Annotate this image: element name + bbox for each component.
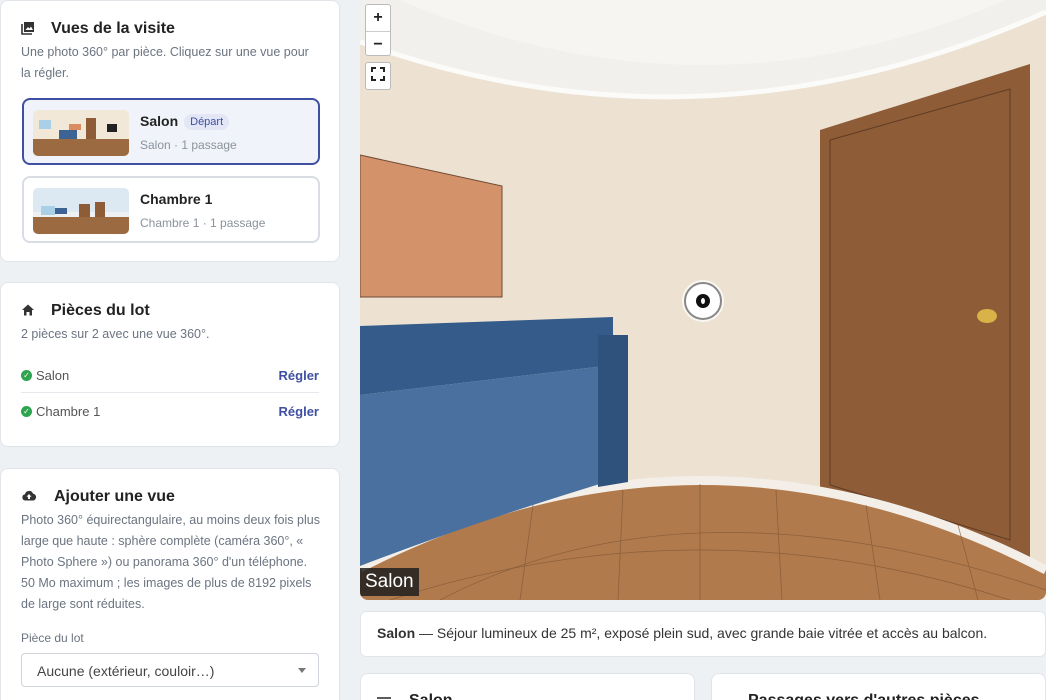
view-thumbnail bbox=[33, 110, 129, 156]
zoom-out-button[interactable]: − bbox=[366, 31, 390, 57]
photo-library-icon bbox=[21, 21, 37, 37]
zoom-controls: + − bbox=[365, 4, 391, 56]
fullscreen-icon bbox=[371, 66, 385, 86]
room-settings-title: Salon bbox=[409, 692, 453, 700]
passages-title: Passages vers d'autres pièces bbox=[748, 692, 980, 700]
room-name: Chambre 1 bbox=[36, 403, 101, 419]
rooms-card: Pièces du lot 2 pièces sur 2 avec une vu… bbox=[0, 282, 340, 447]
chevron-down-icon bbox=[298, 668, 306, 673]
caption-text: — Séjour lumineux de 25 m², exposé plein… bbox=[415, 625, 988, 641]
room-select[interactable]: Aucune (extérieur, couloir…) bbox=[21, 653, 319, 687]
passages-card: Passages vers d'autres pièces bbox=[711, 673, 1046, 700]
view-name: Salon Départ bbox=[140, 113, 230, 130]
scene-label: Salon bbox=[360, 568, 419, 596]
views-title: Vues de la visite bbox=[51, 20, 175, 37]
view-thumbnail bbox=[33, 188, 129, 234]
add-view-title: Ajouter une vue bbox=[54, 488, 175, 505]
view-item-chambre-1[interactable]: Chambre 1 Chambre 1 · 1 passage bbox=[22, 176, 320, 243]
panorama-viewer[interactable]: + − Salon bbox=[360, 0, 1046, 600]
zoom-in-button[interactable]: + bbox=[366, 5, 390, 31]
room-row-salon: ✓ Salon Régler bbox=[21, 359, 319, 393]
view-item-salon[interactable]: Salon Départ Salon · 1 passage bbox=[22, 98, 320, 165]
check-icon: ✓ bbox=[21, 405, 32, 417]
room-row-chambre-1: ✓ Chambre 1 Régler bbox=[21, 394, 319, 428]
caption-room: Salon bbox=[377, 625, 416, 641]
home-icon bbox=[21, 303, 37, 319]
hotspot-icon bbox=[696, 294, 710, 308]
tune-icon bbox=[377, 694, 391, 700]
views-description: Une photo 360° par pièce. Cliquez sur un… bbox=[21, 45, 309, 80]
rooms-card-header: Pièces du lot bbox=[21, 302, 150, 320]
views-card: Vues de la visite Une photo 360° par piè… bbox=[0, 0, 340, 262]
check-icon: ✓ bbox=[21, 370, 32, 381]
view-subtitle: Chambre 1 · 1 passage bbox=[140, 216, 266, 230]
add-view-description: Photo 360° équirectangulaire, au moins d… bbox=[21, 513, 320, 611]
rooms-title: Pièces du lot bbox=[51, 302, 150, 319]
start-badge: Départ bbox=[184, 114, 230, 130]
room-select-label: Pièce du lot bbox=[21, 631, 84, 645]
navigation-hotspot[interactable] bbox=[684, 282, 722, 320]
room-name: Salon bbox=[36, 368, 70, 383]
adjust-room-salon-link[interactable]: Régler bbox=[279, 368, 319, 383]
view-name: Chambre 1 bbox=[140, 191, 213, 207]
fullscreen-button[interactable] bbox=[365, 62, 391, 90]
add-view-card-header: Ajouter une vue bbox=[21, 488, 175, 506]
view-subtitle: Salon · 1 passage bbox=[140, 138, 237, 152]
room-caption: Salon — Séjour lumineux de 25 m², exposé… bbox=[360, 611, 1046, 657]
adjust-room-chambre-1-link[interactable]: Régler bbox=[279, 404, 319, 419]
rooms-summary: 2 pièces sur 2 avec une vue 360°. bbox=[21, 327, 210, 341]
cloud-upload-icon bbox=[21, 489, 37, 505]
room-settings-card: Salon bbox=[360, 673, 695, 700]
add-view-card: Ajouter une vue Photo 360° équirectangul… bbox=[0, 468, 340, 700]
views-card-header: Vues de la visite bbox=[21, 20, 175, 38]
